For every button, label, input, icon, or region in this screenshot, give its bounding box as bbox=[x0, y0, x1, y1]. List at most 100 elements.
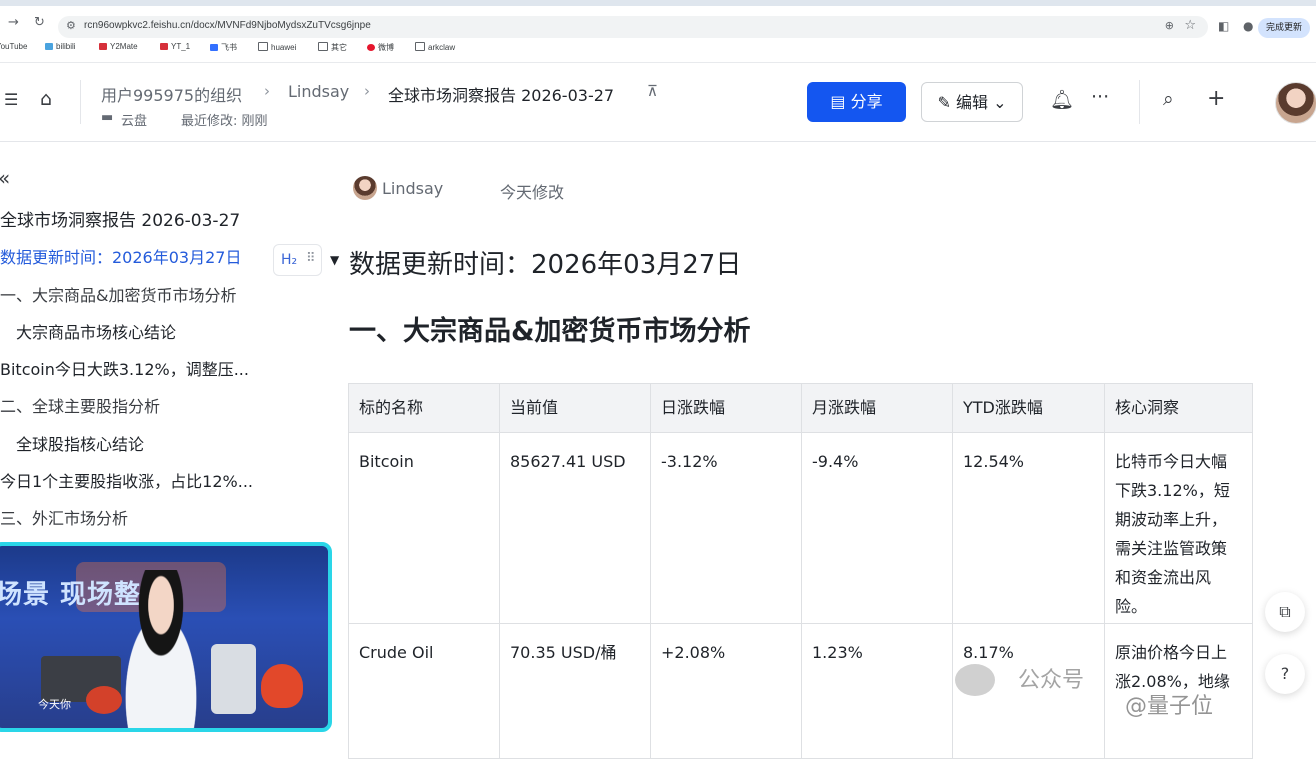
toc-item-title[interactable]: 全球市场洞察报告 2026-03-27 bbox=[0, 206, 240, 231]
block-handle[interactable]: H₂ ⠿ bbox=[273, 244, 322, 276]
collapse-caret-icon[interactable]: ▼ bbox=[330, 253, 339, 267]
toc-item-stock-indices[interactable]: 二、全球主要股指分析 bbox=[0, 393, 160, 417]
table-header-cell[interactable]: 核心洞察 bbox=[1104, 383, 1253, 433]
weibo-icon bbox=[367, 44, 375, 51]
y2mate-icon bbox=[99, 43, 107, 50]
user-avatar[interactable] bbox=[1275, 82, 1316, 124]
location-folder-icon: ▬ bbox=[101, 110, 114, 125]
toc-item-forex[interactable]: 三、外汇市场分析 bbox=[0, 505, 128, 529]
breadcrumb-folder[interactable]: Lindsay bbox=[288, 82, 349, 101]
copy-icon[interactable]: ⧉ bbox=[1265, 592, 1305, 632]
bookmark-weibo[interactable]: 微博 bbox=[367, 42, 394, 53]
video-chair bbox=[211, 644, 256, 714]
table-cell[interactable]: 70.35 USD/桶 bbox=[499, 623, 651, 759]
table-header-cell[interactable]: 标的名称 bbox=[348, 383, 500, 433]
bookmark-huawei[interactable]: huawei bbox=[258, 42, 296, 52]
reload-icon[interactable]: ↻ bbox=[34, 15, 45, 30]
table-header-row: 标的名称 当前值 日涨跌幅 月涨跌幅 YTD涨跌幅 核心洞察 bbox=[348, 383, 1253, 433]
table-header-cell[interactable]: 当前值 bbox=[499, 383, 651, 433]
wechat-logo-icon bbox=[955, 664, 995, 696]
table-cell[interactable]: 85627.41 USD bbox=[499, 432, 651, 624]
url-text: rcn96owpkvc2.feishu.cn/docx/MVNFd9NjboMy… bbox=[84, 20, 371, 31]
author-avatar[interactable] bbox=[353, 176, 377, 200]
bookmarks-bar: YouTube bilibili Y2Mate YT_1 飞书 huawei 其… bbox=[0, 38, 1316, 60]
toc-item-commodities[interactable]: 一、大宗商品&加密货币市场分析 bbox=[0, 282, 236, 306]
doc-header: ☰ ⌂ 用户995975的组织 › Lindsay › 全球市场洞察报告 202… bbox=[0, 63, 1316, 142]
table-cell[interactable]: 1.23% bbox=[801, 623, 953, 759]
breadcrumb-org[interactable]: 用户995975的组织 bbox=[101, 82, 242, 106]
help-icon[interactable]: ? bbox=[1265, 654, 1305, 694]
pencil-icon: ✎ bbox=[937, 93, 951, 112]
bookmark-arkclaw[interactable]: arkclaw bbox=[415, 42, 455, 52]
table-header-cell[interactable]: 日涨跌幅 bbox=[650, 383, 802, 433]
bilibili-icon bbox=[45, 43, 53, 50]
toc-item-bitcoin[interactable]: Bitcoin今日大跌3.12%，调整压... bbox=[0, 356, 249, 380]
drag-grip-icon[interactable]: ⠿ bbox=[306, 251, 316, 266]
table-cell[interactable]: -3.12% bbox=[650, 432, 802, 624]
update-button[interactable]: 完成更新 bbox=[1257, 18, 1310, 38]
chevron-down-icon: ⌄ bbox=[993, 93, 1007, 112]
pin-icon[interactable]: ⊼ bbox=[647, 82, 658, 100]
video-crab-mascot bbox=[261, 664, 303, 708]
toc-item-commodity-conclusion[interactable]: 大宗商品市场核心结论 bbox=[16, 319, 176, 343]
modified-label: 今天修改 bbox=[500, 183, 565, 202]
zoom-icon[interactable]: ⊕ bbox=[1165, 19, 1174, 32]
video-caption: 今天你 bbox=[38, 698, 71, 711]
table-cell[interactable]: -9.4% bbox=[801, 432, 953, 624]
more-icon[interactable]: ··· bbox=[1091, 86, 1109, 108]
folder-icon bbox=[318, 42, 328, 51]
bookmark-star-icon[interactable]: ☆ bbox=[1184, 18, 1196, 33]
share-button[interactable]: ▤ 分享 bbox=[807, 82, 906, 122]
last-modified: 最近修改: 刚刚 bbox=[181, 114, 268, 129]
breadcrumb-chevron-icon: › bbox=[364, 82, 370, 100]
toc-item-index-summary[interactable]: 今日1个主要股指收涨，占比12%... bbox=[0, 468, 253, 492]
bookmark-youtube[interactable]: YouTube bbox=[0, 42, 27, 51]
watermark-text: 公众号 bbox=[1018, 668, 1085, 693]
search-icon[interactable]: ⌕ bbox=[1163, 88, 1174, 110]
table-cell[interactable]: 12.54% bbox=[952, 432, 1105, 624]
bookmark-bilibili[interactable]: bilibili bbox=[45, 42, 76, 51]
toc-item-index-conclusion[interactable]: 全球股指核心结论 bbox=[16, 431, 144, 455]
table-cell[interactable]: +2.08% bbox=[650, 623, 802, 759]
side-panel-icon[interactable]: ◧ bbox=[1218, 19, 1229, 33]
video-mascot bbox=[86, 686, 122, 714]
header-separator bbox=[1139, 80, 1140, 124]
market-table: 标的名称 当前值 日涨跌幅 月涨跌幅 YTD涨跌幅 核心洞察 Bitcoin 8… bbox=[348, 383, 1253, 759]
author-name[interactable]: Lindsay bbox=[382, 179, 443, 198]
bookmark-yt1[interactable]: YT_1 bbox=[160, 42, 190, 51]
table-cell[interactable]: Bitcoin bbox=[348, 432, 500, 624]
edit-mode-button[interactable]: ✎ 编辑 ⌄ bbox=[921, 82, 1023, 122]
folder-icon bbox=[258, 42, 268, 51]
table-header-cell[interactable]: YTD涨跌幅 bbox=[952, 383, 1105, 433]
video-presenter bbox=[106, 570, 216, 728]
home-icon[interactable]: ⌂ bbox=[40, 88, 52, 110]
watermark-handle: @量子位 bbox=[1125, 694, 1214, 719]
toc-toggle-icon[interactable]: ☰ bbox=[4, 90, 18, 109]
bell-icon[interactable]: 🔔︎ bbox=[1050, 88, 1074, 111]
table-header-cell[interactable]: 月涨跌幅 bbox=[801, 383, 953, 433]
breadcrumb-document[interactable]: 全球市场洞察报告 2026-03-27 bbox=[388, 82, 614, 106]
collapse-sidebar-icon[interactable]: « bbox=[0, 166, 10, 190]
section-heading[interactable]: 一、大宗商品&加密货币市场分析 bbox=[349, 309, 751, 348]
table-cell[interactable]: 比特币今日大幅下跌3.12%，短期波动率上升，需关注监管政策和资金流出风险。 bbox=[1104, 432, 1253, 624]
webcam-video-overlay: 场景 现场整L 今天你 bbox=[0, 542, 332, 732]
feishu-icon bbox=[210, 44, 218, 51]
forward-icon[interactable]: → bbox=[8, 15, 19, 30]
yt1-icon bbox=[160, 43, 168, 50]
table-row: Crude Oil 70.35 USD/桶 +2.08% 1.23% 8.17%… bbox=[348, 623, 1253, 759]
folder-icon bbox=[415, 42, 425, 51]
bookmark-y2mate[interactable]: Y2Mate bbox=[99, 42, 138, 51]
table-row: Bitcoin 85627.41 USD -3.12% -9.4% 12.54%… bbox=[348, 432, 1253, 624]
address-bar[interactable]: ⚙ rcn96owpkvc2.feishu.cn/docx/MVNFd9Njbo… bbox=[58, 16, 1208, 38]
site-settings-icon[interactable]: ⚙ bbox=[66, 19, 76, 32]
location-label[interactable]: 云盘 bbox=[121, 110, 147, 129]
share-doc-icon: ▤ bbox=[830, 92, 846, 111]
toc-item-update-time[interactable]: 数据更新时间：2026年03月27日 bbox=[0, 244, 241, 268]
bookmark-other[interactable]: 其它 bbox=[318, 42, 347, 53]
table-cell[interactable]: Crude Oil bbox=[348, 623, 500, 759]
update-time-heading[interactable]: 数据更新时间：2026年03月27日 bbox=[349, 244, 741, 281]
profile-icon[interactable]: ● bbox=[1243, 19, 1253, 33]
bookmark-feishu[interactable]: 飞书 bbox=[210, 42, 237, 53]
header-separator bbox=[80, 80, 81, 124]
add-icon[interactable]: + bbox=[1207, 86, 1225, 111]
